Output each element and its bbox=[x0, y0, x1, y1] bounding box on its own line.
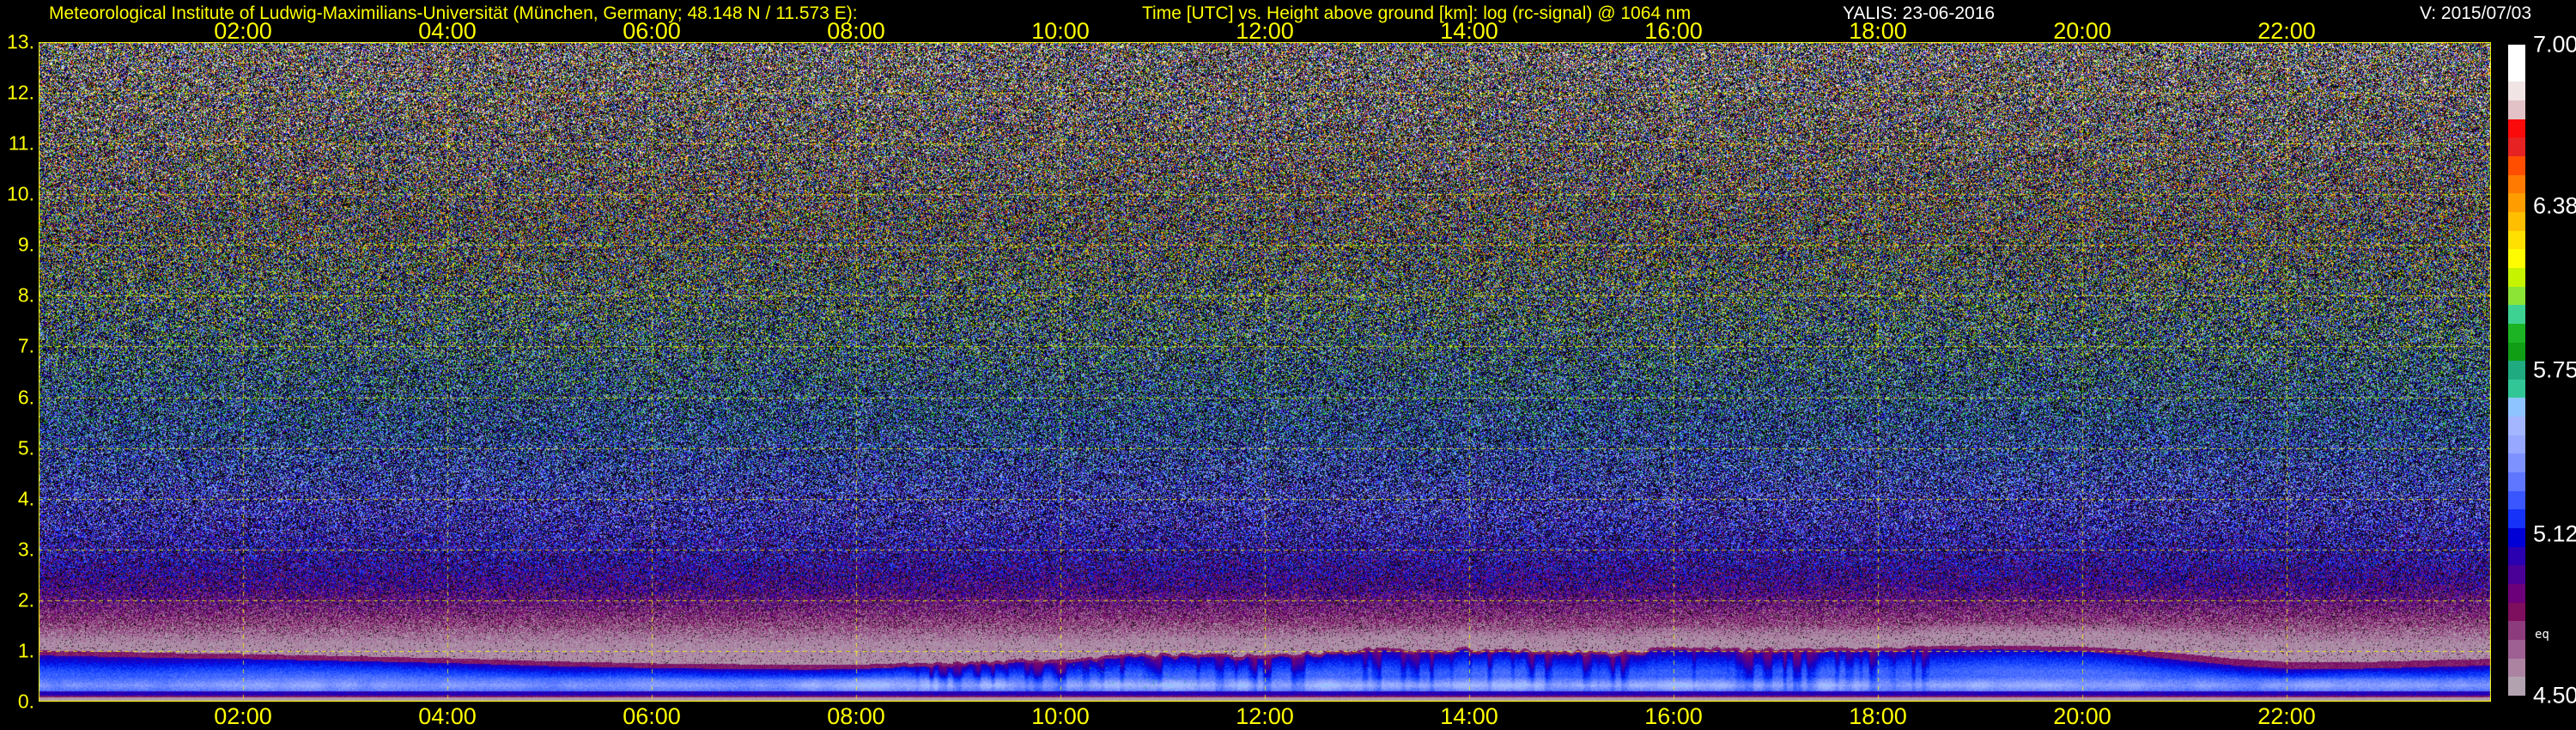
colorbar-cell bbox=[2508, 155, 2525, 175]
colorbar-cell bbox=[2508, 621, 2525, 640]
x-tick-label: 06:00 bbox=[623, 703, 681, 729]
colorbar-cell bbox=[2508, 640, 2525, 659]
x-tick-label: 22:00 bbox=[2257, 703, 2316, 729]
colorbar-cell bbox=[2508, 174, 2525, 194]
colorbar-cell bbox=[2508, 361, 2525, 380]
lidar-heatmap-canvas bbox=[39, 42, 2491, 702]
lidar-quicklook-page: Meteorological Institute of Ludwig-Maxim… bbox=[0, 0, 2576, 730]
colorbar-cell bbox=[2508, 417, 2525, 435]
colorbar-cell bbox=[2508, 509, 2525, 529]
y-tick-label: 1. bbox=[17, 639, 34, 662]
colorbar-tick-label: 7.00 bbox=[2533, 31, 2576, 58]
colorbar-tick-label: 4.50 bbox=[2533, 682, 2576, 709]
x-tick-label: 14:00 bbox=[1440, 18, 1498, 44]
x-tick-label: 18:00 bbox=[1849, 18, 1907, 44]
y-tick-label: 0. bbox=[17, 690, 34, 713]
colorbar-tick-label: 5.75 bbox=[2533, 356, 2576, 383]
colorbar-cell bbox=[2508, 584, 2525, 603]
colorbar-cell bbox=[2508, 305, 2525, 324]
y-tick-label: 5. bbox=[17, 436, 34, 459]
x-tick-label: 02:00 bbox=[214, 703, 272, 729]
x-tick-label: 08:00 bbox=[827, 703, 885, 729]
colorbar-cell bbox=[2508, 379, 2525, 398]
colorbar-eq-label: eq bbox=[2535, 628, 2549, 642]
y-tick-label: 6. bbox=[17, 386, 34, 409]
colorbar-cell bbox=[2508, 82, 2525, 100]
y-tick-label: 3. bbox=[17, 538, 34, 561]
colorbar-cell bbox=[2508, 528, 2525, 547]
colorbar-cell bbox=[2508, 249, 2525, 268]
y-tick-label: 10. bbox=[7, 182, 34, 205]
colorbar-cell bbox=[2508, 565, 2525, 585]
x-tick-label: 04:00 bbox=[418, 18, 477, 44]
y-tick-label: 8. bbox=[17, 283, 34, 307]
colorbar-cell bbox=[2508, 100, 2525, 119]
colorbar-cell bbox=[2508, 677, 2525, 696]
x-tick-label: 08:00 bbox=[827, 18, 885, 44]
x-tick-label: 04:00 bbox=[418, 703, 477, 729]
colorbar-cell bbox=[2508, 119, 2525, 138]
x-tick-label: 16:00 bbox=[1644, 703, 1703, 729]
y-tick-label: 11. bbox=[8, 131, 34, 155]
colorbar-cell bbox=[2508, 342, 2525, 362]
colorbar-cell bbox=[2508, 398, 2525, 417]
colorbar-cell bbox=[2508, 435, 2525, 454]
colorbar-cell bbox=[2508, 137, 2525, 156]
colorbar-tick-label: 5.12 bbox=[2533, 520, 2576, 547]
x-tick-label: 20:00 bbox=[2053, 703, 2111, 729]
y-tick-label: 12. bbox=[7, 81, 34, 104]
colorbar-cell bbox=[2508, 45, 2525, 64]
colorbar-cell bbox=[2508, 211, 2525, 231]
colorbar-cell bbox=[2508, 472, 2525, 491]
y-tick-label: 4. bbox=[17, 487, 34, 510]
x-tick-label: 06:00 bbox=[623, 18, 681, 44]
x-tick-label: 12:00 bbox=[1236, 18, 1294, 44]
y-tick-label: 2. bbox=[17, 588, 34, 611]
colorbar-cell bbox=[2508, 193, 2525, 212]
x-tick-label: 22:00 bbox=[2257, 18, 2316, 44]
colorbar-cell bbox=[2508, 230, 2525, 250]
colorbar-cell bbox=[2508, 286, 2525, 306]
colorbar-cell bbox=[2508, 658, 2525, 678]
x-tick-label: 12:00 bbox=[1236, 703, 1294, 729]
colorbar-cell bbox=[2508, 323, 2525, 343]
colorbar-cell bbox=[2508, 546, 2525, 566]
colorbar-cell bbox=[2508, 490, 2525, 510]
version-label: V: 2015/07/03 bbox=[2420, 3, 2531, 23]
colorbar-cell bbox=[2508, 63, 2525, 82]
colorbar bbox=[2508, 45, 2525, 696]
x-tick-label: 20:00 bbox=[2053, 18, 2111, 44]
plot-title: Time [UTC] vs. Height above ground [km]:… bbox=[1142, 3, 1692, 23]
y-tick-label: 7. bbox=[17, 334, 34, 357]
x-tick-label: 18:00 bbox=[1849, 703, 1907, 729]
x-tick-label: 16:00 bbox=[1644, 18, 1703, 44]
y-tick-label: 13. bbox=[7, 30, 34, 53]
colorbar-cell bbox=[2508, 453, 2525, 473]
x-tick-label: 10:00 bbox=[1031, 18, 1090, 44]
colorbar-tick-label: 6.38 bbox=[2533, 192, 2576, 219]
colorbar-cell bbox=[2508, 602, 2525, 622]
x-tick-label: 02:00 bbox=[214, 18, 272, 44]
colorbar-cell bbox=[2508, 267, 2525, 287]
x-tick-label: 14:00 bbox=[1440, 703, 1498, 729]
x-tick-label: 10:00 bbox=[1031, 703, 1090, 729]
y-tick-label: 9. bbox=[17, 233, 34, 256]
